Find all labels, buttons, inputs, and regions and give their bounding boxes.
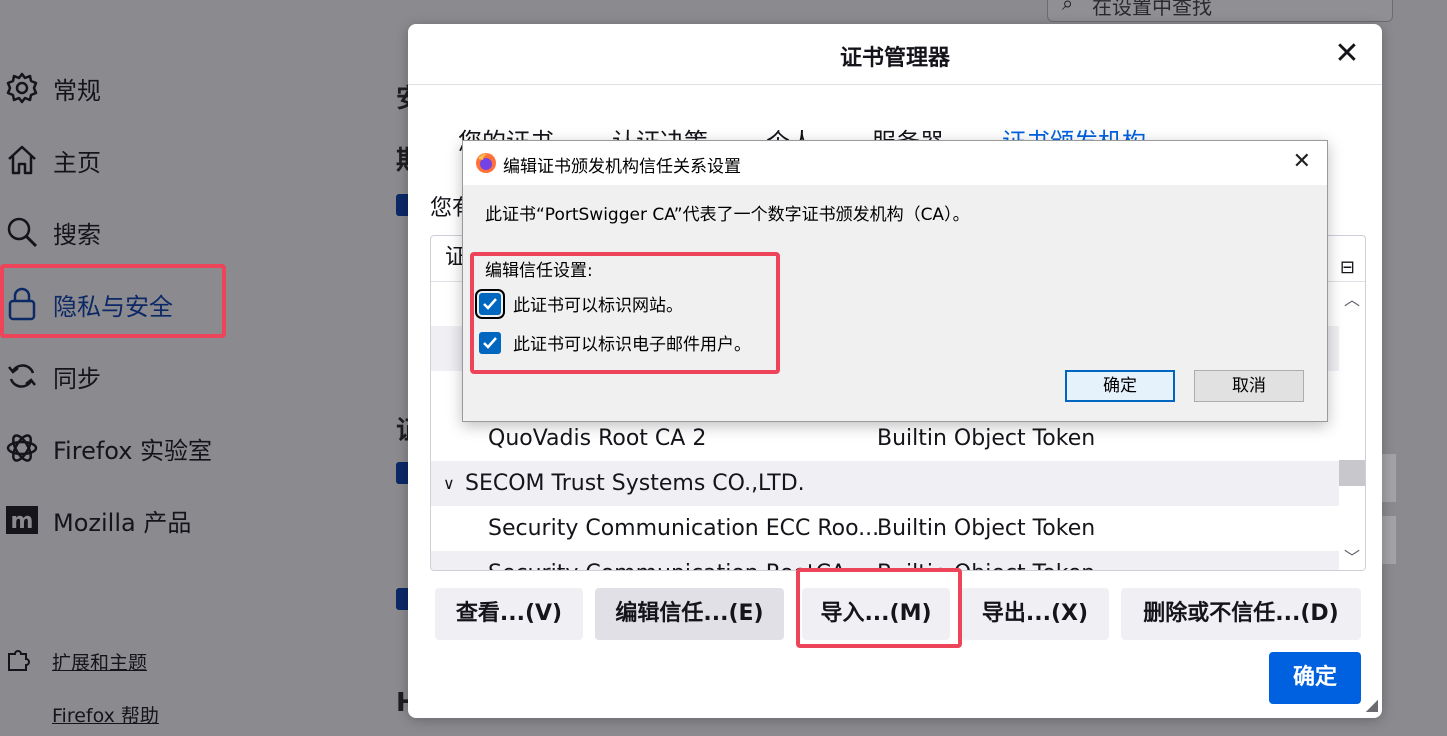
- cert-name: Security Communication ECC Roo...: [488, 516, 880, 541]
- dialog-title: 编辑证书颁发机构信任关系设置: [503, 157, 741, 177]
- cancel-button[interactable]: 取消: [1194, 370, 1304, 402]
- sync-icon: [4, 358, 40, 394]
- titlebar: 编辑证书颁发机构信任关系设置 ✕: [463, 141, 1327, 185]
- home-icon: [4, 142, 40, 178]
- resize-grip-icon[interactable]: ◢: [1366, 695, 1378, 714]
- sidebar-item-home[interactable]: 主页: [0, 130, 101, 190]
- sidebar-item-label: 常规: [53, 76, 101, 105]
- highlight-box-import: [796, 568, 962, 648]
- search-icon: ⌕: [1062, 0, 1074, 15]
- chevron-up-icon[interactable]: ︿: [1344, 286, 1360, 310]
- highlight-box-privacy: [0, 264, 226, 338]
- gear-icon: [4, 70, 40, 106]
- dialog-message: 此证书“PortSwigger CA”代表了一个数字证书颁发机构（CA）。: [485, 205, 970, 225]
- settings-search-input[interactable]: ⌕ 在设置中查找: [1047, 0, 1393, 22]
- puzzle-icon: [6, 646, 34, 677]
- footer-link-label: 扩展和主题: [52, 652, 148, 674]
- sidebar-item-label: 同步: [53, 364, 101, 393]
- footer-link-addons[interactable]: 扩展和主题: [0, 646, 147, 677]
- highlight-box-trust-settings: [470, 252, 780, 374]
- sidebar-item-search[interactable]: 搜索: [0, 202, 101, 262]
- cert-name: QuoVadis Root CA 2: [488, 426, 707, 451]
- table-row[interactable]: ∨ SECOM Trust Systems CO.,LTD.: [431, 461, 1339, 506]
- scrollbar-thumb[interactable]: [1339, 460, 1365, 486]
- sidebar-item-general[interactable]: 常规: [0, 58, 101, 118]
- svg-text:m: m: [11, 509, 34, 534]
- dialog-title: 证书管理器: [839, 46, 950, 71]
- close-icon[interactable]: ✕: [1332, 39, 1362, 70]
- table-row[interactable]: QuoVadis Root CA 2 Builtin Object Token: [431, 416, 1339, 461]
- ok-button[interactable]: 确定: [1065, 370, 1175, 402]
- chevron-down-icon[interactable]: ﹀: [1344, 544, 1360, 568]
- labs-icon: [4, 430, 40, 466]
- search-icon: [4, 214, 40, 250]
- edit-trust-button[interactable]: 编辑信任...(E): [595, 588, 784, 640]
- delete-distrust-button[interactable]: 删除或不信任...(D): [1121, 588, 1361, 640]
- export-button[interactable]: 导出...(X): [961, 588, 1109, 640]
- sidebar-item-labs[interactable]: Firefox 实验室: [0, 418, 212, 478]
- scrollbar[interactable]: ︿ ﹀: [1339, 282, 1365, 570]
- footer-link-help[interactable]: Firefox 帮助: [0, 701, 159, 728]
- footer-link-label: Firefox 帮助: [52, 705, 159, 727]
- firefox-logo-icon: [475, 152, 497, 174]
- close-icon[interactable]: ✕: [1293, 149, 1311, 174]
- sidebar-item-mozilla[interactable]: m Mozilla 产品: [0, 490, 191, 550]
- sidebar-item-sync[interactable]: 同步: [0, 346, 101, 406]
- sidebar-item-label: 主页: [53, 148, 101, 177]
- sidebar-item-label: 搜索: [53, 220, 101, 249]
- sidebar-item-label: Firefox 实验室: [53, 436, 213, 465]
- chevron-down-icon[interactable]: ∨: [443, 461, 455, 506]
- cert-token: Builtin Object Token: [877, 426, 1096, 451]
- sidebar-item-label: Mozilla 产品: [53, 508, 192, 537]
- ok-button[interactable]: 确定: [1269, 652, 1361, 704]
- divider: [408, 84, 1382, 85]
- view-button[interactable]: 查看...(V): [435, 588, 583, 640]
- search-placeholder: 在设置中查找: [1092, 0, 1212, 19]
- table-row[interactable]: Security Communication ECC Roo... Builti…: [431, 506, 1339, 551]
- mozilla-icon: m: [4, 502, 40, 538]
- cert-group-name: SECOM Trust Systems CO.,LTD.: [465, 471, 805, 496]
- cert-token: Builtin Object Token: [877, 516, 1096, 541]
